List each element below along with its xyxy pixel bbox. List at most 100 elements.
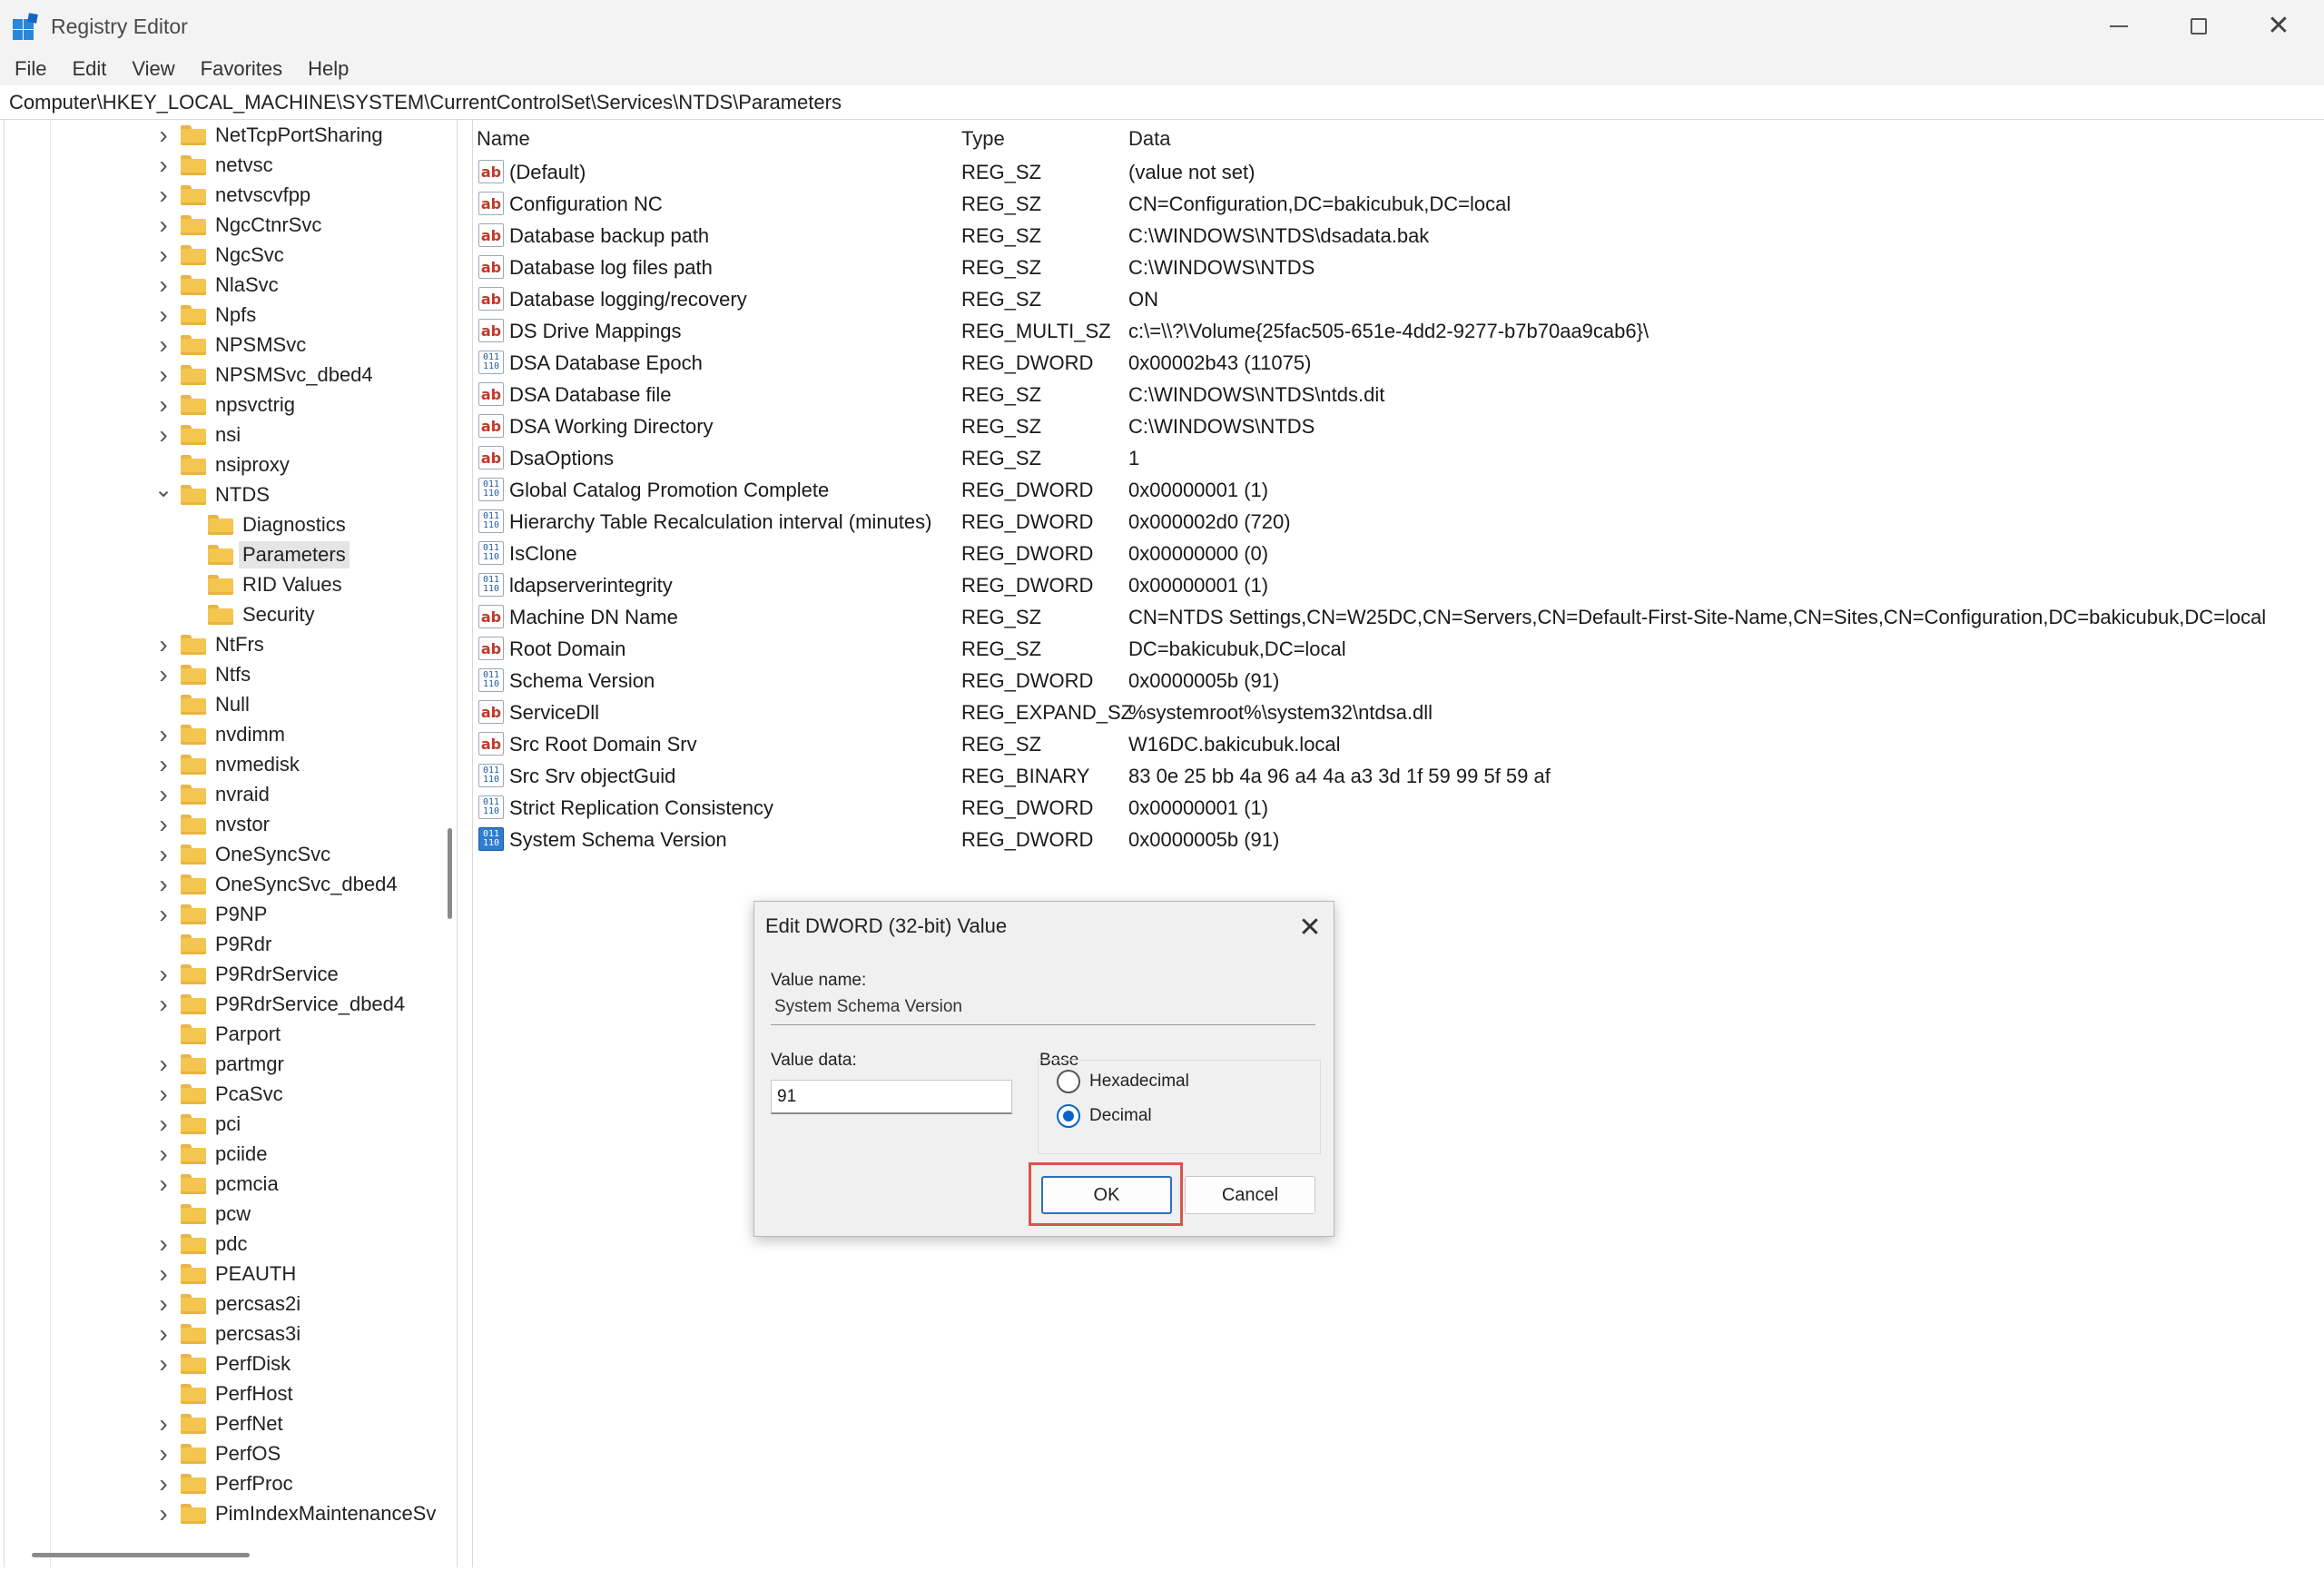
tree-item-label[interactable]: Diagnostics — [239, 511, 350, 538]
chevron-down-icon[interactable]: ⌄ — [153, 475, 173, 505]
tree-item[interactable]: Null — [153, 689, 253, 719]
tree-item-label[interactable]: partmgr — [212, 1051, 288, 1078]
value-row[interactable]: 011 110 Src Srv objectGuid REG_BINARY 83 0e … — [473, 760, 2320, 792]
tree-item[interactable]: › PEAUTH — [153, 1259, 300, 1289]
menu-edit[interactable]: Edit — [61, 57, 117, 81]
value-row[interactable]: 011 110 DSA Database Epoch REG_DWORD 0x00002… — [473, 347, 2320, 379]
tree-item-label[interactable]: Ntfs — [212, 661, 254, 688]
tree-item[interactable]: › P9RdrService — [153, 959, 342, 989]
tree-item[interactable]: › netvsc — [153, 150, 277, 180]
chevron-right-icon[interactable]: › — [153, 180, 173, 210]
value-row[interactable]: ab Database log files path REG_SZ C:\WINDOW… — [473, 252, 2320, 283]
tree-item-label[interactable]: RID Values — [239, 571, 346, 598]
column-header-name[interactable]: Name — [477, 124, 530, 154]
tree-item[interactable]: › nvmedisk — [153, 749, 303, 779]
tree-item-label[interactable]: PimIndexMaintenanceSv — [212, 1500, 439, 1527]
tree-item-label[interactable]: Parameters — [239, 540, 350, 568]
tree-item[interactable]: › npsvctrig — [153, 390, 299, 420]
tree-item[interactable]: › PcaSvc — [153, 1079, 287, 1109]
value-data-input[interactable]: 91 — [771, 1080, 1012, 1114]
tree-item-label[interactable]: Security — [239, 601, 318, 628]
tree-item[interactable]: › pciide — [153, 1139, 271, 1169]
chevron-right-icon[interactable]: › — [153, 1049, 173, 1079]
chevron-right-icon[interactable]: › — [153, 1289, 173, 1319]
tree-item[interactable]: › PerfProc — [153, 1468, 297, 1498]
tree-item[interactable]: › NgcSvc — [153, 240, 288, 270]
chevron-right-icon[interactable]: › — [153, 779, 173, 809]
dialog-close-button[interactable]: ✕ — [1292, 909, 1328, 945]
tree-item-label[interactable]: nvraid — [212, 781, 273, 808]
chevron-right-icon[interactable]: › — [153, 1109, 173, 1139]
chevron-right-icon[interactable]: › — [153, 120, 173, 150]
tree-item[interactable]: Diagnostics — [181, 509, 350, 539]
menu-view[interactable]: View — [121, 57, 185, 81]
chevron-right-icon[interactable]: › — [153, 240, 173, 270]
tree-item[interactable]: Security — [181, 599, 318, 629]
column-header-type[interactable]: Type — [961, 124, 1005, 154]
chevron-right-icon[interactable]: › — [153, 1229, 173, 1259]
tree-item[interactable]: Parameters — [181, 539, 350, 569]
tree-item-label[interactable]: NlaSvc — [212, 272, 282, 299]
value-row[interactable]: ab DSA Database file REG_SZ C:\WINDOWS\NTDS… — [473, 379, 2320, 410]
value-row[interactable]: 011 110 Hierarchy Table Recalculation inte… — [473, 506, 2320, 538]
chevron-right-icon[interactable]: › — [153, 1438, 173, 1468]
tree-item-label[interactable]: P9RdrService_dbed4 — [212, 991, 409, 1018]
tree-item[interactable]: › nvraid — [153, 779, 273, 809]
tree-item[interactable]: › NtFrs — [153, 629, 268, 659]
chevron-right-icon[interactable]: › — [153, 300, 173, 330]
value-row[interactable]: ab Database logging/recovery REG_SZ ON — [473, 283, 2320, 315]
tree-item[interactable]: › NetTcpPortSharing — [153, 120, 387, 150]
value-row[interactable]: ab Src Root Domain Srv REG_SZ W16DC.bakicub… — [473, 728, 2320, 760]
tree-item-label[interactable]: NetTcpPortSharing — [212, 122, 387, 149]
chevron-right-icon[interactable]: › — [153, 1319, 173, 1349]
chevron-right-icon[interactable]: › — [153, 1498, 173, 1528]
tree-item[interactable]: › nvdimm — [153, 719, 289, 749]
tree-item-label[interactable]: PerfNet — [212, 1410, 287, 1438]
tree-item-label[interactable]: pcmcia — [212, 1171, 282, 1198]
tree-item[interactable]: › OneSyncSvc — [153, 839, 334, 869]
tree-item-label[interactable]: PerfDisk — [212, 1350, 294, 1378]
minimize-button[interactable] — [2079, 0, 2159, 53]
chevron-right-icon[interactable]: › — [153, 749, 173, 779]
tree-item-label[interactable]: nvstor — [212, 811, 273, 838]
value-row[interactable]: ab DSA Working Directory REG_SZ C:\WINDOWS\… — [473, 410, 2320, 442]
tree-item[interactable]: › NPSMSvc_dbed4 — [153, 360, 377, 390]
value-row[interactable]: ab (Default) REG_SZ (value not set) — [473, 156, 2320, 188]
tree-item-label[interactable]: percsas2i — [212, 1290, 304, 1318]
tree-item-label[interactable]: netvsc — [212, 152, 277, 179]
tree-item-label[interactable]: NgcSvc — [212, 242, 288, 269]
tree-item[interactable]: › Npfs — [153, 300, 260, 330]
tree-item[interactable]: › NPSMSvc — [153, 330, 310, 360]
tree-item[interactable]: Parport — [153, 1019, 284, 1049]
chevron-right-icon[interactable]: › — [153, 839, 173, 869]
value-row[interactable]: ab Database backup path REG_SZ C:\WINDOWS\N… — [473, 220, 2320, 252]
tree-item-label[interactable]: P9Rdr — [212, 931, 275, 958]
chevron-right-icon[interactable]: › — [153, 959, 173, 989]
tree-item-label[interactable]: Npfs — [212, 301, 260, 329]
tree-item-label[interactable]: percsas3i — [212, 1320, 304, 1348]
tree-item-label[interactable]: PerfHost — [212, 1380, 297, 1408]
tree-item-label[interactable]: pcw — [212, 1200, 254, 1228]
chevron-right-icon[interactable]: › — [153, 150, 173, 180]
maximize-button[interactable] — [2159, 0, 2239, 53]
tree-item-label[interactable]: NTDS — [212, 481, 273, 509]
chevron-right-icon[interactable]: › — [153, 869, 173, 899]
tree-item[interactable]: ⌄ NTDS — [153, 478, 273, 509]
decimal-radio[interactable] — [1057, 1104, 1080, 1128]
chevron-right-icon[interactable]: › — [153, 360, 173, 390]
tree-item[interactable]: › P9NP — [153, 899, 271, 929]
tree-item[interactable]: › Ntfs — [153, 659, 254, 689]
close-window-button[interactable]: ✕ — [2239, 0, 2319, 53]
value-row[interactable]: 011 110 IsClone REG_DWORD 0x00000000 (0) — [473, 538, 2320, 569]
tree-item-label[interactable]: OneSyncSvc — [212, 841, 334, 868]
value-row[interactable]: ab DS Drive Mappings REG_MULTI_SZ c:\=\\?\V… — [473, 315, 2320, 347]
chevron-right-icon[interactable]: › — [153, 629, 173, 659]
tree-item[interactable]: › NgcCtnrSvc — [153, 210, 325, 240]
value-row[interactable]: 011 110 System Schema Version REG_DWORD 0x00… — [473, 824, 2320, 855]
tree-item-label[interactable]: P9RdrService — [212, 961, 342, 988]
tree-item-label[interactable]: pciide — [212, 1141, 271, 1168]
tree-item-label[interactable]: netvscvfpp — [212, 182, 314, 209]
tree-item[interactable]: › PimIndexMaintenanceSv — [153, 1498, 439, 1528]
hexadecimal-radio[interactable] — [1057, 1070, 1080, 1093]
tree-item-label[interactable]: nsiproxy — [212, 451, 293, 479]
